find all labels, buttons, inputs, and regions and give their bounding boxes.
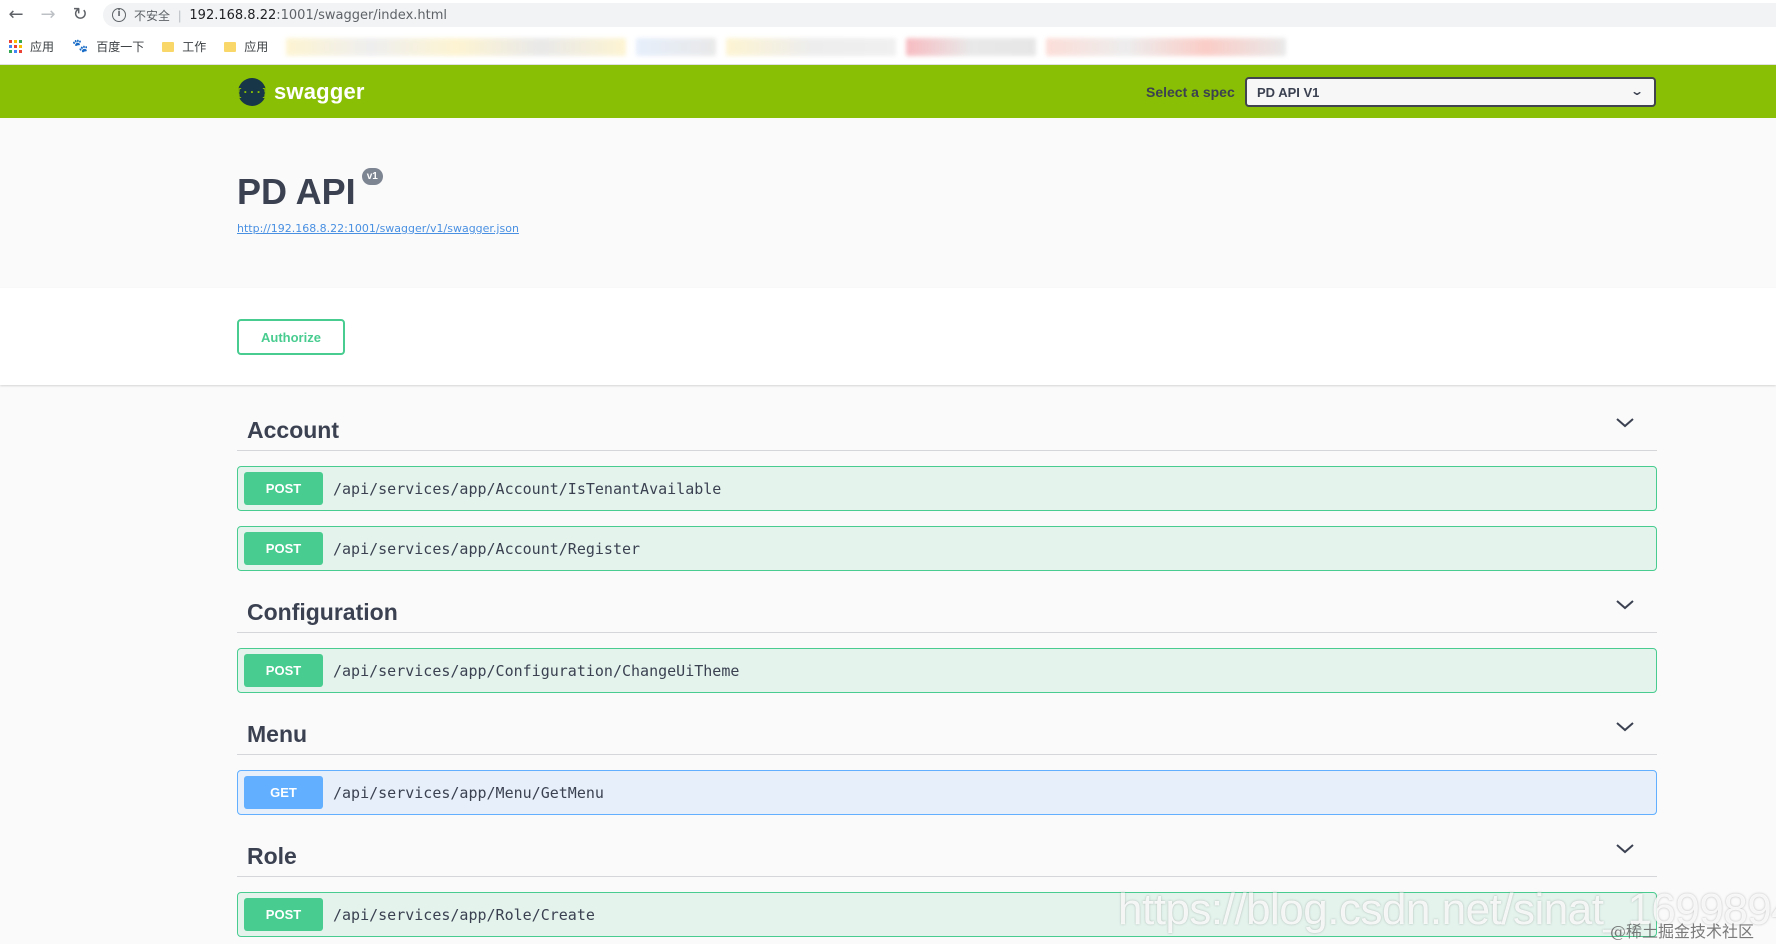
swagger-logo[interactable]: {···} swagger xyxy=(235,78,365,106)
page-title: PD API v1 xyxy=(237,168,383,213)
operation-row[interactable]: POST /api/services/app/Configuration/Cha… xyxy=(237,648,1657,693)
bookmark-apps[interactable]: 应用 xyxy=(9,38,54,55)
blurred-bookmarks xyxy=(906,37,1037,56)
blurred-bookmarks xyxy=(636,37,717,56)
tag-name: Role xyxy=(247,843,297,869)
api-title: PD API xyxy=(237,171,356,212)
info-icon[interactable]: i xyxy=(112,8,126,22)
blurred-bookmarks xyxy=(286,37,627,56)
swagger-logo-icon: {···} xyxy=(235,78,269,106)
blurred-bookmarks xyxy=(726,37,897,56)
folder-icon xyxy=(224,41,237,52)
tag-menu[interactable]: Menu xyxy=(237,709,1657,755)
tag-name: Menu xyxy=(247,721,308,747)
operation-path: /api/services/app/Account/Register xyxy=(333,539,641,558)
swagger-json-link[interactable]: http://192.168.8.22:1001/swagger/v1/swag… xyxy=(237,222,519,235)
forward-icon[interactable]: → xyxy=(32,0,64,29)
method-badge: GET xyxy=(244,776,323,809)
operation-path: /api/services/app/Menu/GetMenu xyxy=(333,783,604,802)
divider: | xyxy=(178,7,182,23)
folder-icon xyxy=(162,41,175,52)
bookmark-label: 应用 xyxy=(244,40,269,54)
tag-name: Configuration xyxy=(247,599,398,625)
tag-configuration[interactable]: Configuration xyxy=(237,587,1657,633)
operation-path: /api/services/app/Account/IsTenantAvaila… xyxy=(333,479,722,498)
tag-name: Account xyxy=(247,417,339,443)
spec-select[interactable]: PD API V1 ⌄ xyxy=(1245,77,1656,107)
reload-icon[interactable]: ↻ xyxy=(64,0,96,29)
operation-row[interactable]: GET /api/services/app/Menu/GetMenu xyxy=(237,770,1657,815)
bookmark-label: 工作 xyxy=(182,40,207,54)
bookmark-label: 应用 xyxy=(30,40,55,54)
security-label: 不安全 xyxy=(134,8,171,23)
tag-account[interactable]: Account xyxy=(237,405,1657,451)
chevron-down-icon[interactable] xyxy=(1615,839,1635,859)
spec-select-value: PD API V1 xyxy=(1257,84,1320,100)
api-info: PD API v1 http://192.168.8.22:1001/swagg… xyxy=(0,118,1776,288)
bookmarks-bar: 应用 🐾 百度一下 工作 应用 xyxy=(0,29,1776,65)
url-path: :1001/swagger/index.html xyxy=(276,7,448,23)
operation-path: /api/services/app/Configuration/ChangeUi… xyxy=(333,661,740,680)
apps-grid-icon xyxy=(9,40,22,53)
bookmark-apps-folder[interactable]: 应用 xyxy=(224,38,268,55)
swagger-logo-text: swagger xyxy=(274,79,365,104)
authorize-button[interactable]: Authorize xyxy=(237,319,345,355)
tag-role[interactable]: Role xyxy=(237,831,1657,877)
chevron-down-icon[interactable] xyxy=(1615,413,1635,433)
back-icon[interactable]: ← xyxy=(0,0,32,29)
swagger-topbar: {···} swagger Select a spec PD API V1 ⌄ xyxy=(0,65,1776,118)
version-badge: v1 xyxy=(361,168,383,185)
blurred-bookmarks xyxy=(1046,37,1287,56)
bookmark-work-folder[interactable]: 工作 xyxy=(162,38,206,55)
method-badge: POST xyxy=(244,532,323,565)
scheme-container: Authorize xyxy=(0,288,1776,385)
url-host: 192.168.8.22 xyxy=(189,7,277,23)
method-badge: POST xyxy=(244,898,323,931)
chevron-down-icon: ⌄ xyxy=(1629,84,1645,98)
operation-row[interactable]: POST /api/services/app/Account/Register xyxy=(237,526,1657,571)
method-badge: POST xyxy=(244,472,323,505)
baidu-paw-icon: 🐾 xyxy=(72,39,89,54)
method-badge: POST xyxy=(244,654,323,687)
watermark-credit: @稀土掘金技术社区 xyxy=(1610,922,1755,941)
browser-address-bar: ← → ↻ i 不安全 | 192.168.8.22:1001/swagger/… xyxy=(0,0,1776,29)
select-spec-label: Select a spec xyxy=(1146,84,1235,100)
chevron-down-icon[interactable] xyxy=(1615,717,1635,737)
bookmark-baidu[interactable]: 🐾 百度一下 xyxy=(72,38,144,55)
bookmark-label: 百度一下 xyxy=(96,40,145,54)
chevron-down-icon[interactable] xyxy=(1615,595,1635,615)
operation-row[interactable]: POST /api/services/app/Account/IsTenantA… xyxy=(237,466,1657,511)
url-field[interactable]: i 不安全 | 192.168.8.22:1001/swagger/index.… xyxy=(103,3,1776,27)
operation-path: /api/services/app/Role/Create xyxy=(333,905,595,924)
